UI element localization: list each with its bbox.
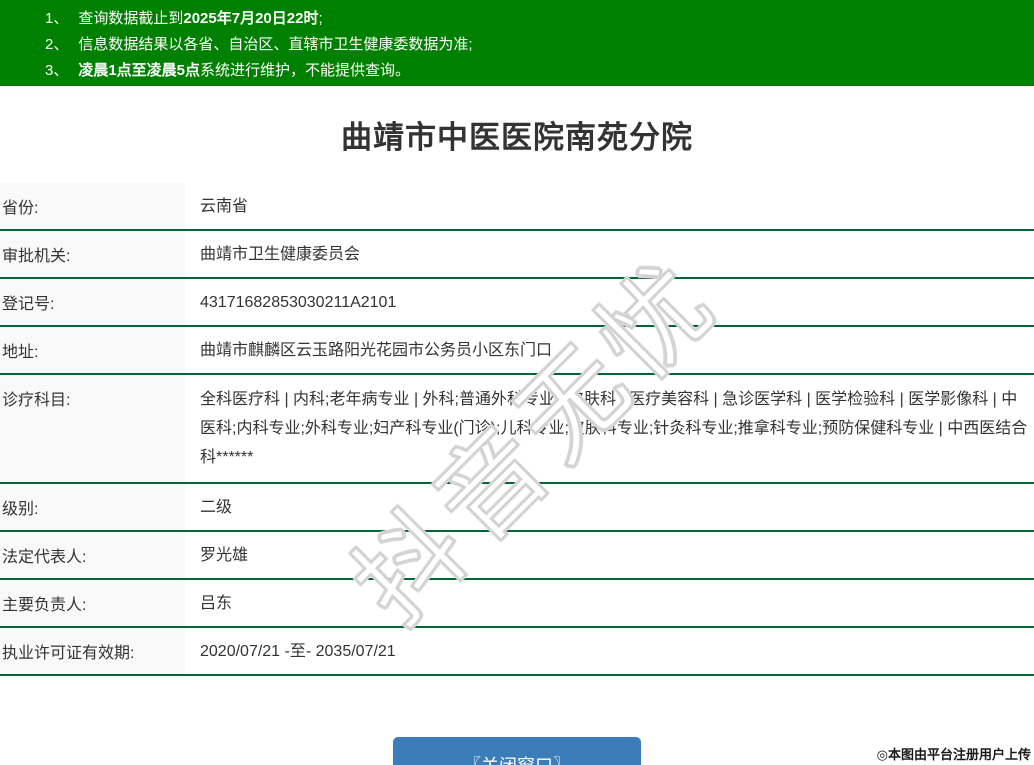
table-row-legal-representative: 法定代表人: 罗光雄 <box>0 532 1034 580</box>
row-label: 地址: <box>0 327 185 373</box>
corner-watermark: ◎本图由平台注册用户上传 <box>877 744 1031 763</box>
table-row-license-validity: 执业许可证有效期: 2020/07/21 -至- 2035/07/21 <box>0 628 1034 676</box>
row-label: 执业许可证有效期: <box>0 628 185 674</box>
row-label: 主要负责人: <box>0 580 185 626</box>
row-value: 2020/07/21 -至- 2035/07/21 <box>185 628 1034 674</box>
notice-text: 系统进行维护，不能提供查询。 <box>200 62 410 79</box>
table-row-address: 地址: 曲靖市麒麟区云玉路阳光花园市公务员小区东门口 <box>0 327 1034 375</box>
page-title: 曲靖市中医医院南苑分院 <box>341 112 693 157</box>
title-area: 曲靖市中医医院南苑分院 <box>0 86 1034 183</box>
notice-banner: 1、查询数据截止到2025年7月20日22时; 2、信息数据结果以各省、自治区、… <box>0 0 1034 86</box>
close-window-button[interactable]: 〖关闭窗口〗 <box>393 737 641 765</box>
table-row-registration-number: 登记号: 43171682853030211A2101 <box>0 279 1034 327</box>
row-label: 法定代表人: <box>0 532 185 578</box>
table-row-medical-subjects: 诊疗科目: 全科医疗科 | 内科;老年病专业 | 外科;普通外科专业 | 皮肤科… <box>0 375 1034 484</box>
institution-detail-table: 省份: 云南省 审批机关: 曲靖市卫生健康委员会 登记号: 4317168285… <box>0 183 1034 676</box>
notice-number: 1、 <box>45 10 68 27</box>
notice-text: 查询数据截止到 <box>78 10 183 27</box>
row-label: 级别: <box>0 484 185 530</box>
row-value: 二级 <box>185 484 1034 530</box>
notice-line-1: 1、查询数据截止到2025年7月20日22时; <box>45 7 1034 31</box>
table-row-approval-authority: 审批机关: 曲靖市卫生健康委员会 <box>0 231 1034 279</box>
notice-line-2: 2、信息数据结果以各省、自治区、直辖市卫生健康委数据为准; <box>45 33 1034 57</box>
row-label: 省份: <box>0 183 185 229</box>
row-value: 43171682853030211A2101 <box>185 279 1034 325</box>
table-row-main-person-in-charge: 主要负责人: 吕东 <box>0 580 1034 628</box>
row-label: 登记号: <box>0 279 185 325</box>
row-value: 罗光雄 <box>185 532 1034 578</box>
row-value: 曲靖市麒麟区云玉路阳光花园市公务员小区东门口 <box>185 327 1034 373</box>
table-row-level: 级别: 二级 <box>0 484 1034 532</box>
notice-text-bold: 2025年7月20日22时 <box>183 10 318 27</box>
row-value: 全科医疗科 | 内科;老年病专业 | 外科;普通外科专业 | 皮肤科 | 医疗美… <box>185 375 1034 482</box>
notice-text-bold: 凌晨1点至凌晨5点 <box>78 62 200 79</box>
notice-number: 3、 <box>45 62 68 79</box>
notice-line-3: 3、凌晨1点至凌晨5点系统进行维护，不能提供查询。 <box>45 59 1034 83</box>
notice-number: 2、 <box>45 36 68 53</box>
notice-text: ; <box>318 10 322 27</box>
table-row-province: 省份: 云南省 <box>0 183 1034 231</box>
row-value: 吕东 <box>185 580 1034 626</box>
row-label: 审批机关: <box>0 231 185 277</box>
row-value: 曲靖市卫生健康委员会 <box>185 231 1034 277</box>
row-value: 云南省 <box>185 183 1034 229</box>
notice-text: 信息数据结果以各省、自治区、直辖市卫生健康委数据为准; <box>78 36 472 53</box>
row-label: 诊疗科目: <box>0 375 185 482</box>
